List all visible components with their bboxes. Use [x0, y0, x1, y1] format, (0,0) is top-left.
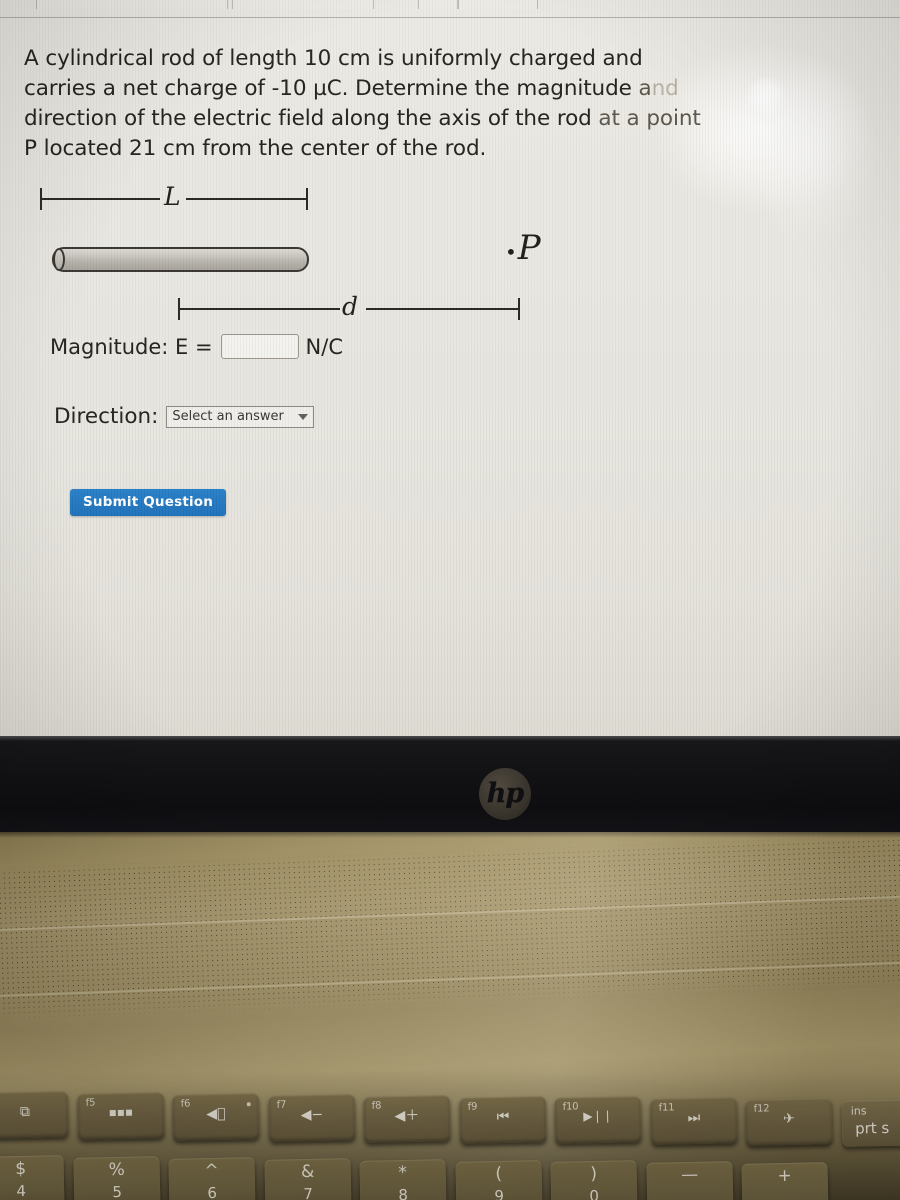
question-text: A cylindrical rod of length 10 cm is uni… [24, 44, 784, 164]
key-minus-symbol: — [680, 1165, 698, 1186]
key-8[interactable]: * 8 [359, 1158, 447, 1200]
browser-chrome-divider [0, 17, 900, 18]
laptop-bezel [0, 736, 900, 832]
question-line-3-part-b: at a point [598, 106, 701, 131]
grille-seam-1 [0, 893, 900, 933]
key-9-digit: 9 [493, 1186, 504, 1200]
mute-key[interactable]: f6 ◀⃠ [172, 1092, 260, 1141]
length-label: L [164, 182, 181, 211]
direction-select[interactable]: Select an answer [166, 405, 315, 428]
key-plus-symbol: + [777, 1166, 793, 1187]
keyboard-backlight-key-icon: ▪▪▪ [108, 1104, 133, 1120]
distance-tick-right [518, 298, 520, 320]
point-p-text: P [517, 228, 542, 268]
key-0-digit: 0 [589, 1187, 600, 1200]
key-8-symbol: * [398, 1162, 408, 1183]
next-track-key[interactable]: f11 ⏭ [650, 1097, 737, 1146]
length-tick-right [306, 188, 308, 210]
key-plus[interactable]: + [741, 1162, 829, 1200]
magnitude-units: N/C [305, 334, 343, 359]
question-line-1: A cylindrical rod of length 10 cm is uni… [24, 46, 643, 71]
distance-label: d [342, 292, 359, 321]
laptop-photo: A cylindrical rod of length 10 cm is uni… [0, 0, 900, 1200]
charged-rod-graphic [52, 247, 309, 272]
bezel-gloss [0, 736, 900, 741]
volume-up-key[interactable]: f8 ◀＋ [363, 1094, 451, 1143]
magnitude-input[interactable] [220, 334, 299, 359]
length-bar-left [42, 198, 160, 200]
key-minus[interactable]: — [645, 1161, 734, 1200]
speaker-grille [0, 832, 900, 1023]
distance-bar-left [180, 308, 340, 310]
key-7-symbol: & [300, 1161, 315, 1182]
airplane-mode-key[interactable]: f12 ✈ [745, 1098, 833, 1147]
mute-key-led-indicator [246, 1102, 251, 1107]
chevron-down-icon [298, 413, 309, 420]
magnitude-label: Magnitude: E = [50, 334, 213, 359]
question-line-2-part-c: nd [651, 76, 679, 101]
submit-question-button[interactable]: Submit Question [70, 489, 227, 516]
question-line-3: direction of the electric field along th… [24, 104, 784, 134]
key-0[interactable]: ) 0 [550, 1160, 638, 1200]
magnitude-answer-row: Magnitude: E = N/C [50, 334, 343, 359]
volume-down-key[interactable]: f7 ◀− [268, 1093, 355, 1142]
keyboard-backlight-key[interactable]: f5 ▪▪▪ [77, 1091, 164, 1140]
key-6-digit: 6 [207, 1183, 218, 1200]
play-pause-key-icon: ▶❘❘ [583, 1109, 613, 1124]
play-pause-key[interactable]: f10 ▶❘❘ [554, 1096, 642, 1145]
distance-bar-right [366, 308, 518, 310]
key-9-symbol: ( [494, 1163, 502, 1184]
mute-key-icon: ◀⃠ [206, 1105, 226, 1122]
point-p-marker: • [505, 240, 518, 264]
previous-track-key-icon: ⏮ [495, 1108, 509, 1125]
key-5-digit: 5 [111, 1182, 122, 1200]
airplane-mode-key-icon: ✈ [782, 1111, 795, 1128]
hp-logo-text: hp [486, 777, 525, 809]
previous-track-key[interactable]: f9 ⏮ [459, 1095, 546, 1144]
question-line-4: P located 21 cm from the center of the r… [24, 136, 487, 161]
browser-tab-3[interactable] [418, 0, 458, 9]
key-9[interactable]: (9 [454, 1159, 543, 1200]
display-switch-key-icon: ⧉ [19, 1103, 31, 1121]
hp-logo: hp [479, 768, 531, 820]
direction-label: Direction: [54, 404, 159, 429]
distance-dimension-line: d [178, 292, 520, 322]
key-5-symbol: % [107, 1159, 125, 1181]
browser-tab-2[interactable] [232, 0, 374, 9]
question-line-2-part-b: a [638, 76, 652, 101]
insert-key-label: ins [850, 1104, 867, 1118]
point-p-label: •P [505, 228, 542, 268]
browser-tab-1[interactable] [36, 0, 228, 9]
direction-selected-value: Select an answer [172, 409, 284, 424]
number-key-row: $4% 5 ^ 6 & 7 * 8(9) 0— + [0, 1152, 900, 1200]
length-bar-right [186, 198, 306, 200]
print-screen-key-label: prt s [854, 1119, 889, 1138]
grille-seam-2 [0, 959, 900, 999]
deck-hinge-shadow [0, 832, 900, 838]
key-4-digit: 4 [16, 1181, 27, 1200]
key-5[interactable]: % 5 [72, 1155, 161, 1200]
length-dimension-line: L [40, 182, 308, 212]
key-7-digit: 7 [302, 1184, 313, 1200]
display-switch-key[interactable]: f4⧉ [0, 1091, 69, 1139]
function-key-row: f4⧉f5▪▪▪f6◀⃠f7◀−f8◀＋f9⏮f10▶❘❘f11⏭f12✈ins… [0, 1090, 900, 1152]
browser-tab-4[interactable] [458, 0, 538, 9]
key-8-digit: 8 [398, 1185, 409, 1200]
question-line-2-part-a: carries a net charge of -10 µC. Determin… [24, 76, 639, 101]
volume-down-key-icon: ◀− [300, 1106, 323, 1123]
key-4[interactable]: $4 [0, 1155, 65, 1200]
next-track-key-icon: ⏭ [686, 1110, 700, 1127]
insert-print-screen-key[interactable]: ins prt s [841, 1099, 900, 1147]
browser-page: A cylindrical rod of length 10 cm is uni… [0, 0, 900, 736]
key-6-symbol: ^ [204, 1160, 220, 1181]
key-4-symbol: $ [15, 1158, 27, 1180]
key-6[interactable]: ^ 6 [168, 1156, 256, 1200]
volume-up-key-icon: ◀＋ [394, 1107, 420, 1124]
direction-answer-row: Direction: Select an answer [54, 404, 315, 429]
question-line-2: carries a net charge of -10 µC. Determin… [24, 74, 784, 104]
key-7[interactable]: & 7 [263, 1157, 352, 1200]
question-line-3-part-a: direction of the electric field along th… [24, 106, 599, 131]
key-0-symbol: ) [590, 1164, 598, 1185]
